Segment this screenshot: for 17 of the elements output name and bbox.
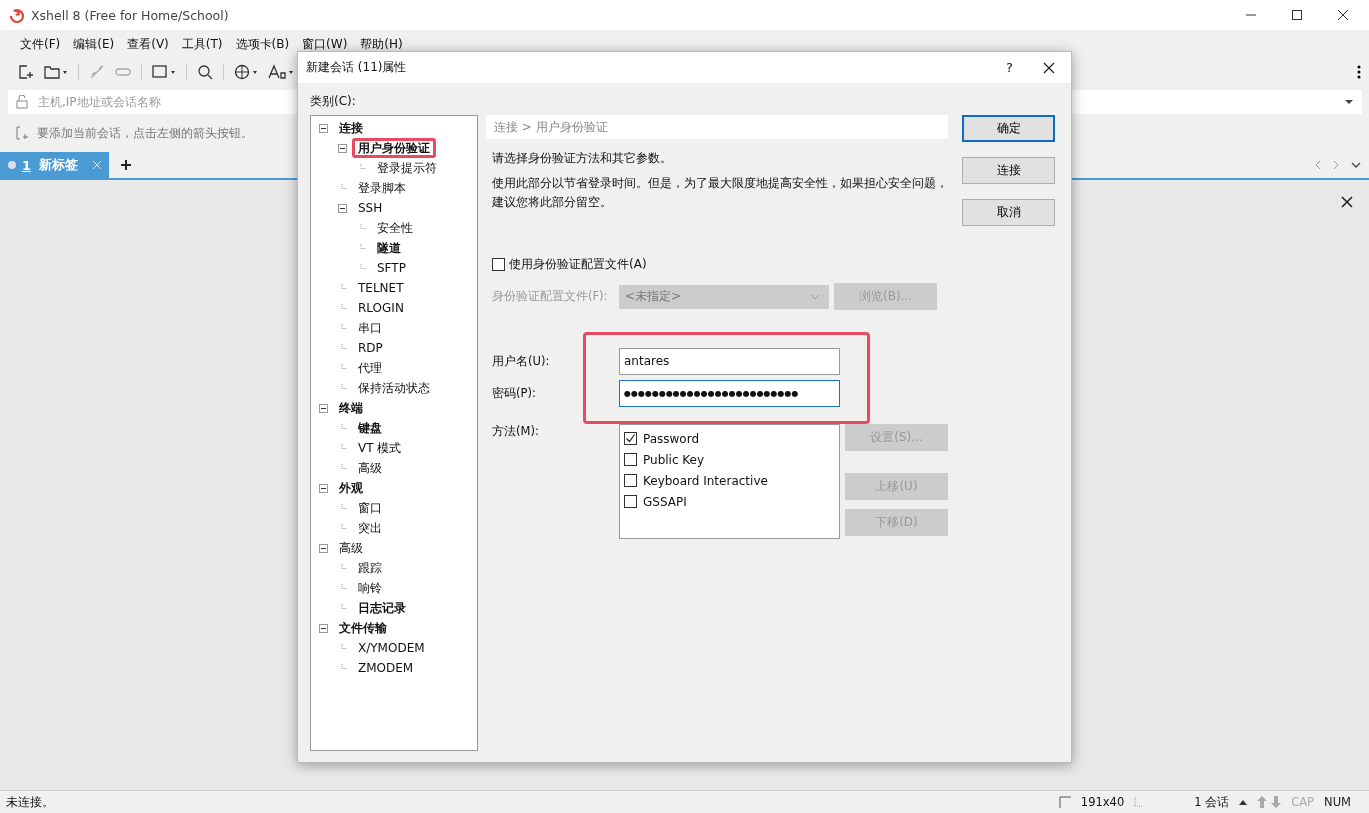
checkbox-label: 使用身份验证配置文件(A) bbox=[509, 256, 647, 273]
terminal-size: 191x40 bbox=[1080, 795, 1125, 809]
description-text: 请选择身份验证方法和其它参数。 bbox=[492, 151, 673, 166]
window-title: Xshell 8 (Free for Home/School) bbox=[31, 7, 229, 23]
breadcrumb: 连接 > 用户身份验证 bbox=[486, 115, 948, 139]
category-label: 类别(C): bbox=[310, 93, 357, 110]
method-label: 方法(M): bbox=[492, 424, 540, 440]
status-text: 未连接。 bbox=[6, 794, 54, 810]
hint-text: 要添加当前会话，点击左侧的箭头按钮。 bbox=[37, 124, 253, 142]
description-text: 使用此部分以节省登录时间。但是，为了最大限度地提高安全性，如果担心安全问题，建议您将此部分留空。 bbox=[492, 175, 948, 211]
password-label: 密码(P): bbox=[492, 385, 537, 401]
num-indicator: NUM bbox=[1324, 795, 1351, 809]
username-label: 用户名(U): bbox=[492, 353, 551, 369]
caps-indicator: CAP bbox=[1291, 795, 1315, 809]
dialog-title: 新建会话 (11)属性 bbox=[306, 59, 407, 76]
profile-label: 身份验证配置文件(F): bbox=[492, 289, 609, 304]
session-count: 1 会话 bbox=[1194, 794, 1230, 810]
